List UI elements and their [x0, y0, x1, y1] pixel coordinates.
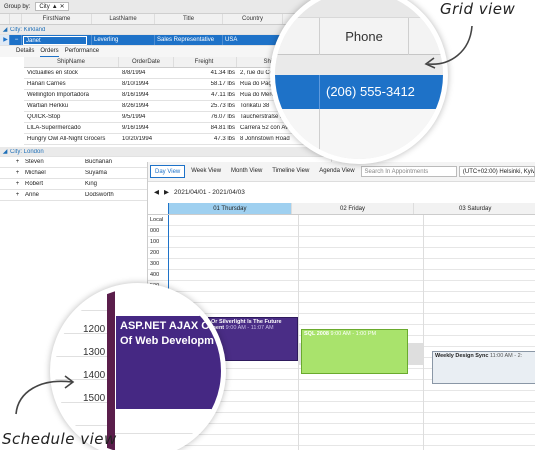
column-header-country[interactable]: Country	[223, 14, 283, 24]
current-row-indicator-icon: ▶	[0, 35, 10, 45]
arrow-icon	[424, 25, 473, 69]
cell-lastname[interactable]: Leverling	[92, 35, 155, 45]
group-chip-label: City	[39, 3, 50, 10]
collapse-arrow-icon[interactable]: ◢	[0, 26, 10, 33]
date-navigator: ◀ ▶ 2021/04/01 - 2021/04/03	[148, 182, 535, 202]
week-view-button[interactable]: Week View	[187, 165, 225, 178]
timeline-view-button[interactable]: Timeline View	[268, 165, 313, 178]
schedule-view-caption: Schedule view	[2, 430, 117, 448]
cell-phone: (206) 555-3412	[319, 75, 415, 109]
month-view-button[interactable]: Month View	[227, 165, 266, 178]
local-label: Local	[148, 215, 168, 226]
cell-country[interactable]: USA	[223, 35, 283, 45]
appointment-weekly-design-sync[interactable]: Weekly Design Sync 11:00 AM - 2:	[432, 351, 535, 384]
collapse-arrow-icon[interactable]: ◢	[0, 148, 10, 155]
group-by-panel: Group by: City ▲ ✕	[0, 0, 331, 14]
group-label: City: London	[10, 148, 44, 155]
column-header-shipname[interactable]: ShipName	[24, 57, 119, 67]
day-columns: Or Silverlight Is The Future ment 9:00 A…	[168, 215, 535, 450]
column-header-orderdate[interactable]: OrderDate	[119, 57, 174, 67]
close-icon[interactable]: ✕	[60, 3, 65, 11]
arrow-icon	[15, 375, 75, 415]
previous-icon[interactable]: ◀	[154, 188, 159, 196]
expand-plus-icon[interactable]: +	[10, 192, 22, 198]
column-header-freight[interactable]: Freight	[174, 57, 237, 67]
appointment-sql-2008[interactable]: SQL 2008 9:00 AM - 1:00 PM	[301, 329, 408, 374]
search-input[interactable]: Search In Appointments	[360, 166, 457, 177]
schedule-magnifier: 1200 1300 1400 1500 ASP.NET AJAX O Of We…	[50, 283, 226, 450]
expand-minus-icon[interactable]: −	[10, 35, 22, 45]
next-icon[interactable]: ▶	[164, 188, 169, 196]
group-by-label: Group by:	[4, 3, 31, 10]
expand-plus-icon[interactable]: +	[10, 159, 22, 165]
cell-firstname[interactable]: Janet	[22, 35, 92, 45]
sort-up-icon: ▲	[51, 3, 58, 10]
selected-phone-row: (206) 555-3412	[275, 75, 443, 109]
column-header-title[interactable]: Title	[155, 14, 223, 24]
column-header-lastname[interactable]: LastName	[92, 14, 155, 24]
date-range: 2021/04/01 - 2021/04/03	[174, 188, 245, 196]
column-header-phone: Phone	[319, 18, 409, 56]
tab-performance[interactable]: Performance	[65, 48, 99, 57]
zoomed-time-ruler: 1200 1300 1400 1500	[55, 288, 107, 450]
grid-view-caption: Grid view	[440, 0, 516, 18]
day-header-thursday[interactable]: 01 Thursday	[168, 203, 291, 214]
tab-details[interactable]: Details	[16, 48, 34, 57]
expand-plus-icon[interactable]: +	[10, 181, 22, 187]
scheduler-toolbar: Day View Week View Month View Timeline V…	[148, 162, 535, 182]
agenda-view-button[interactable]: Agenda View	[315, 165, 358, 178]
appointment-aspnet-ajax: ASP.NET AJAX O Of Web Developm	[115, 315, 221, 410]
day-view-button[interactable]: Day View	[150, 165, 186, 178]
expand-plus-icon[interactable]: +	[10, 170, 22, 176]
group-chip-city[interactable]: City ▲ ✕	[35, 2, 69, 11]
group-label: City: Kirkland	[10, 26, 46, 33]
day-header-saturday[interactable]: 03 Saturday	[413, 203, 535, 214]
cell-title[interactable]: Sales Representative	[155, 35, 223, 45]
column-header-firstname[interactable]: FirstName	[22, 14, 92, 24]
day-headers: 01 Thursday 02 Friday 03 Saturday	[148, 203, 535, 215]
timezone-select[interactable]: (UTC+02:00) Helsinki, Kyiv	[458, 166, 535, 177]
day-header-friday[interactable]: 02 Friday	[290, 203, 414, 214]
column-saturday[interactable]	[423, 215, 535, 450]
tab-orders[interactable]: Orders	[40, 48, 59, 57]
